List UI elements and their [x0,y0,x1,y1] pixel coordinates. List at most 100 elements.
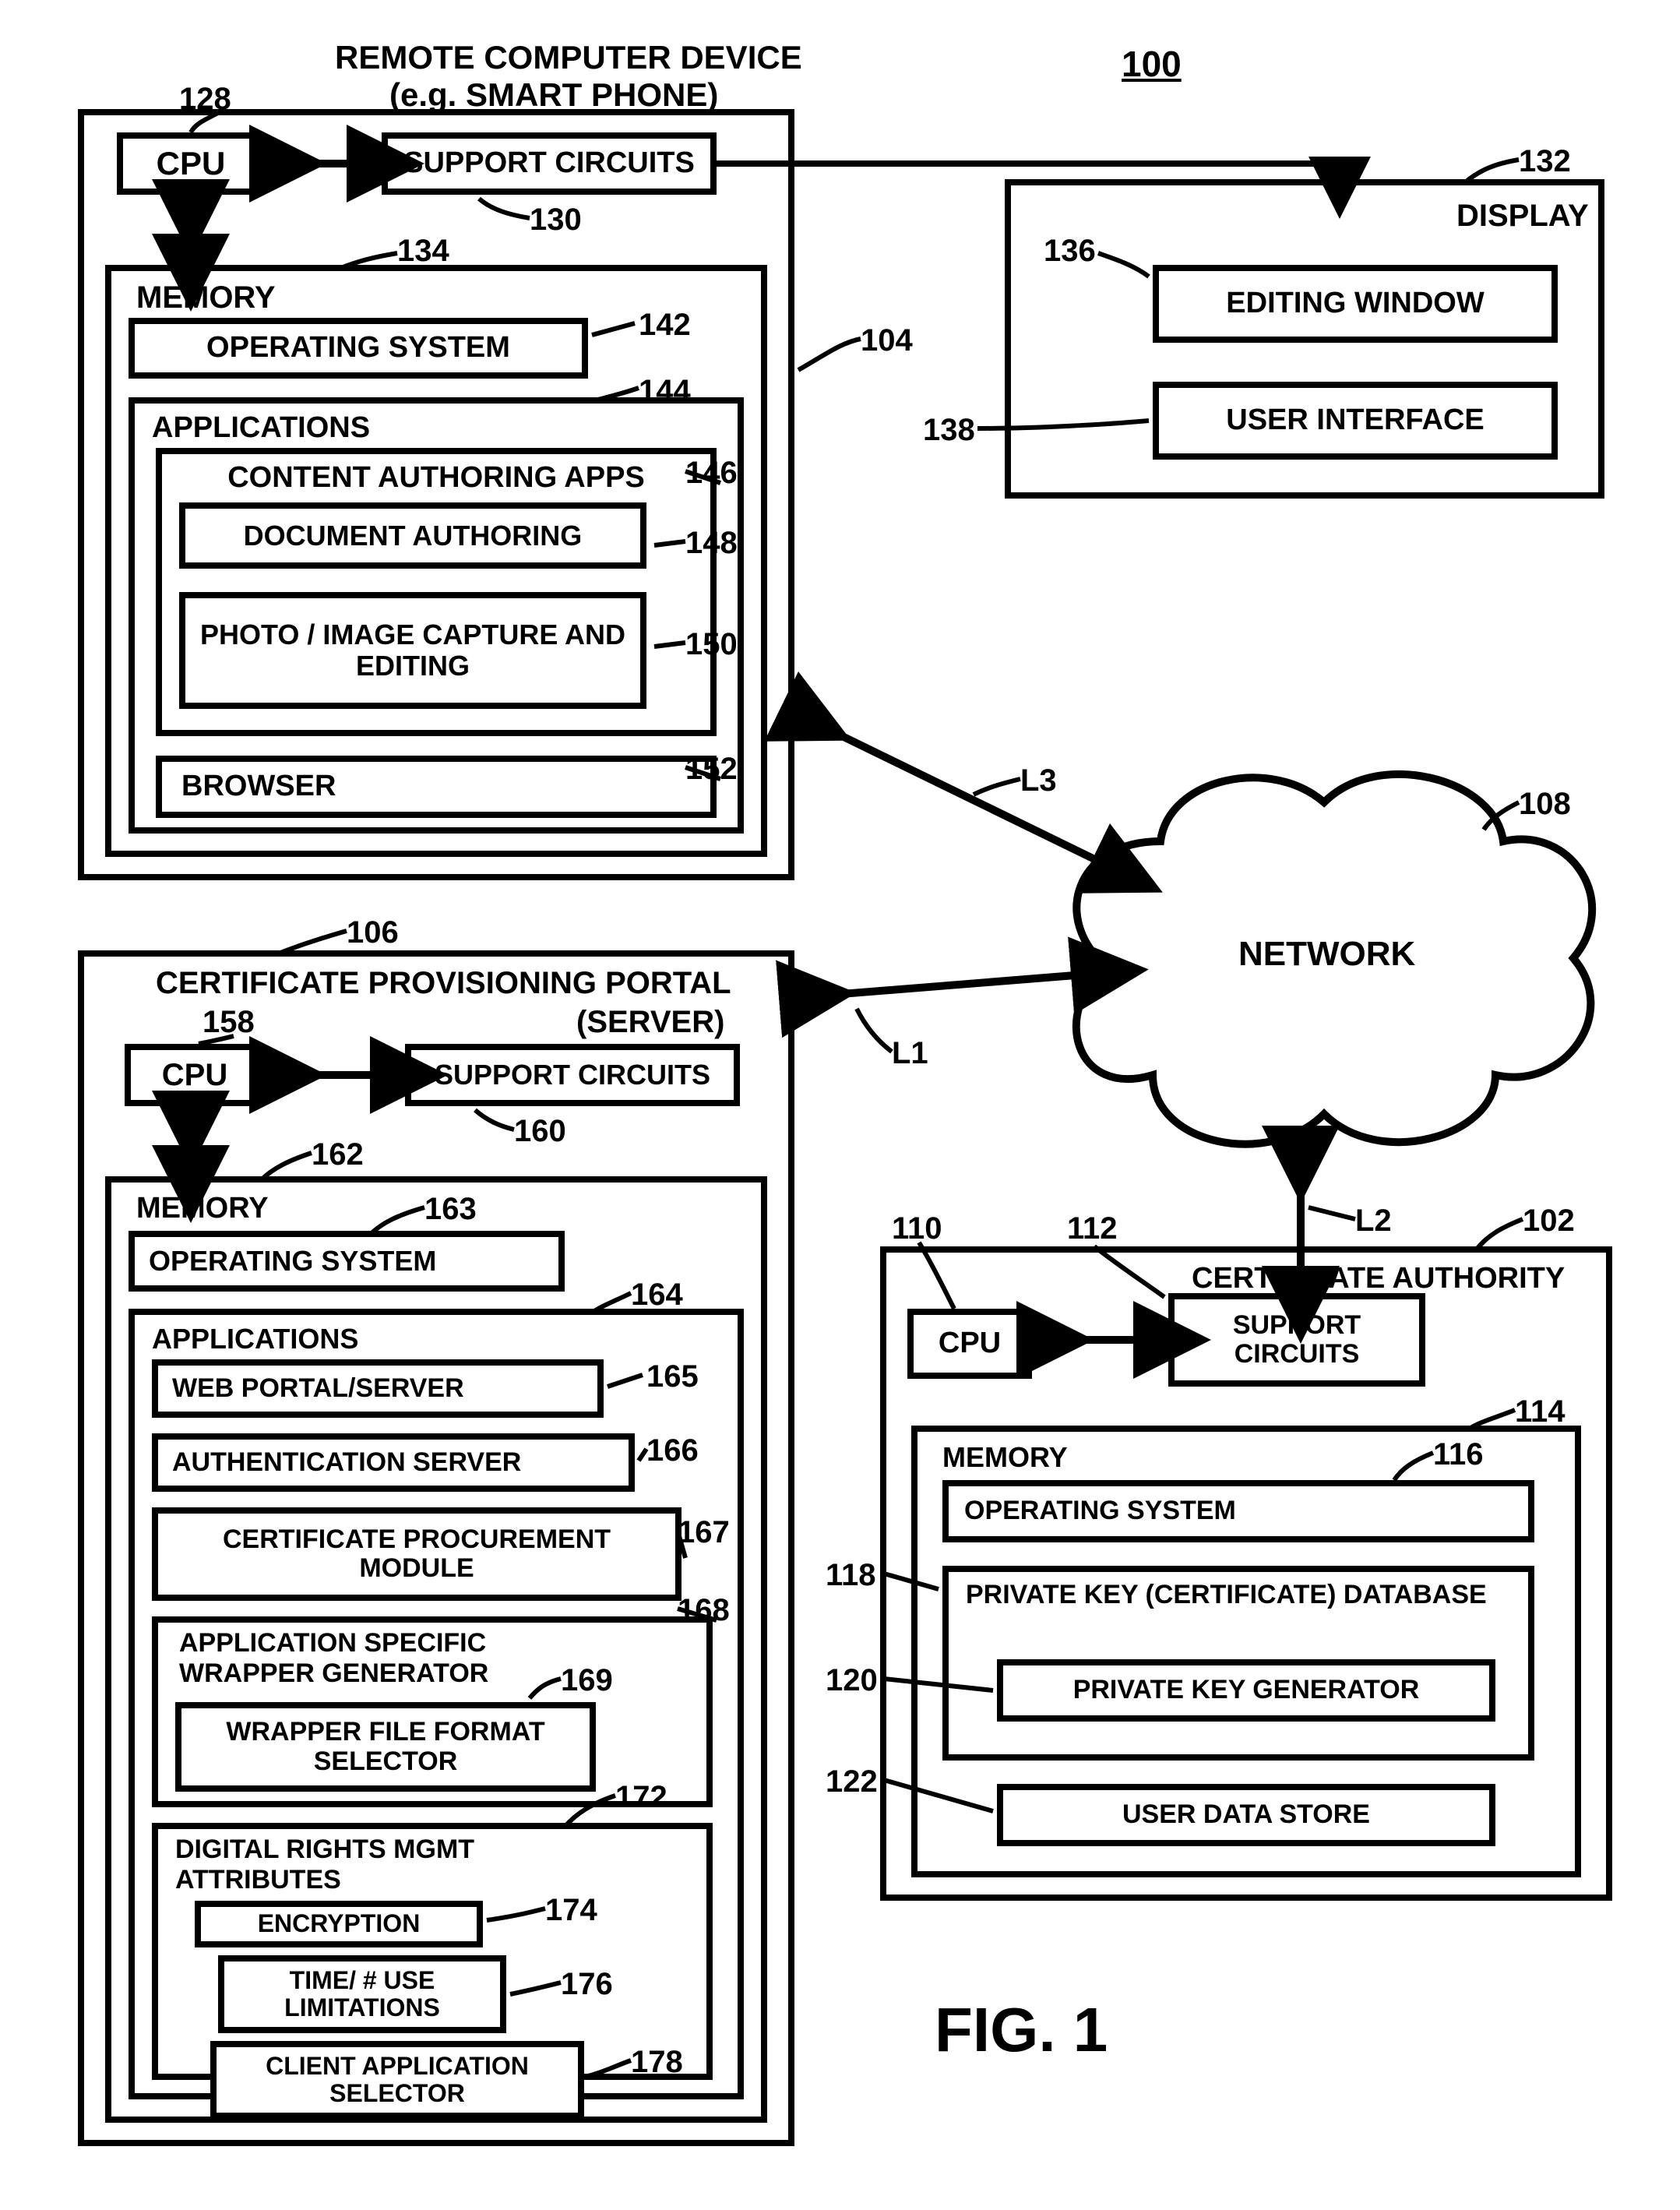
portal-title: CERTIFICATE PROVISIONING PORTAL [156,966,731,1001]
ref-134: 134 [397,234,449,269]
time-use-box: TIME/ # USE LIMITATIONS [218,1955,506,2033]
ref-136: 136 [1044,234,1096,269]
ref-100: 100 [1122,43,1182,85]
remote-memory-label: MEMORY [136,280,276,315]
ref-118: 118 [826,1558,876,1593]
ref-l1: L1 [892,1036,928,1071]
cert-proc-label: CERTIFICATE PROCUREMENT MODULE [167,1525,666,1584]
remote-support-box: SUPPORT CIRCUITS [382,132,717,195]
ref-166: 166 [646,1433,699,1468]
browser-box: BROWSER [156,756,717,818]
ref-148: 148 [685,526,738,561]
ref-122: 122 [826,1764,878,1799]
ca-title: CERTIFICATE AUTHORITY [1192,1262,1565,1295]
remote-apps-label: APPLICATIONS [152,411,370,445]
user-store-box: USER DATA STORE [997,1784,1495,1846]
browser-label: BROWSER [181,770,336,803]
auth-server-label: AUTHENTICATION SERVER [172,1448,521,1477]
web-portal-box: WEB PORTAL/SERVER [152,1359,604,1418]
pk-gen-label: PRIVATE KEY GENERATOR [1073,1676,1420,1704]
ca-cpu-label: CPU [939,1327,1001,1360]
wrapper-format-label: WRAPPER FILE FORMAT SELECTOR [191,1718,580,1776]
ref-164: 164 [631,1278,683,1313]
ref-138: 138 [923,413,975,448]
portal-support-label: SUPPORT CIRCUITS [435,1059,710,1091]
user-interface-label: USER INTERFACE [1226,404,1484,437]
display-label: DISPLAY [1456,199,1589,234]
remote-device-title: REMOTE COMPUTER DEVICE [335,39,802,76]
ref-163: 163 [424,1192,477,1227]
ref-174: 174 [545,1893,597,1928]
ref-142: 142 [639,308,691,343]
remote-os-label: OPERATING SYSTEM [206,332,510,365]
ref-114: 114 [1515,1394,1566,1429]
ref-178: 178 [631,2045,683,2080]
ref-132: 132 [1519,144,1571,179]
photo-box: PHOTO / IMAGE CAPTURE AND EDITING [179,592,646,709]
encryption-label: ENCRYPTION [258,1910,421,1937]
photo-label: PHOTO / IMAGE CAPTURE AND EDITING [195,619,631,681]
ref-165: 165 [646,1359,699,1394]
ca-cpu-box: CPU [907,1309,1032,1379]
ref-144: 144 [639,374,691,409]
remote-support-label: SUPPORT CIRCUITS [403,147,695,180]
time-use-label: TIME/ # USE LIMITATIONS [234,1967,491,2021]
ca-os-box: OPERATING SYSTEM [942,1480,1534,1542]
ref-176: 176 [561,1967,613,2002]
wrapper-format-box: WRAPPER FILE FORMAT SELECTOR [175,1702,596,1792]
ref-116: 116 [1433,1437,1484,1472]
ref-108: 108 [1519,787,1571,822]
editing-window-label: EDITING WINDOW [1226,287,1484,320]
portal-cpu-box: CPU [125,1044,265,1106]
pk-db-label: PRIVATE KEY (CERTIFICATE) DATABASE [966,1580,1511,1610]
portal-os-label: OPERATING SYSTEM [149,1246,436,1277]
ref-110: 110 [892,1211,942,1246]
portal-os-box: OPERATING SYSTEM [129,1231,565,1292]
ref-158: 158 [203,1005,255,1040]
content-authoring-label: CONTENT AUTHORING APPS [195,461,678,495]
ref-167: 167 [678,1515,730,1550]
editing-window-box: EDITING WINDOW [1153,265,1558,343]
ref-130: 130 [530,203,582,238]
drm-label: DIGITAL RIGHTS MGMT ATTRIBUTES [175,1835,518,1895]
ca-support-box: SUPPORT CIRCUITS [1168,1293,1425,1387]
ref-l3: L3 [1020,763,1057,798]
portal-subtitle: (SERVER) [576,1005,724,1040]
ca-memory-label: MEMORY [942,1441,1068,1474]
wrapper-gen-label: APPLICATION SPECIFIC WRAPPER GENERATOR [179,1628,545,1689]
portal-support-box: SUPPORT CIRCUITS [405,1044,740,1106]
network-label: NETWORK [1238,935,1415,974]
ref-160: 160 [514,1114,566,1149]
pk-gen-box: PRIVATE KEY GENERATOR [997,1659,1495,1722]
remote-cpu-box: CPU [117,132,265,195]
ref-152: 152 [685,752,738,787]
ref-102: 102 [1523,1204,1575,1239]
ref-169: 169 [561,1663,613,1698]
diagram-canvas: REMOTE COMPUTER DEVICE (e.g. SMART PHONE… [0,0,1680,2210]
client-app-label: CLIENT APPLICATION SELECTOR [226,2053,569,2107]
ref-112: 112 [1067,1211,1118,1246]
portal-memory-label: MEMORY [136,1192,269,1225]
remote-cpu-label: CPU [157,146,226,182]
ref-l2: L2 [1355,1204,1392,1239]
user-store-label: USER DATA STORE [1122,1800,1370,1829]
user-interface-box: USER INTERFACE [1153,382,1558,460]
client-app-box: CLIENT APPLICATION SELECTOR [210,2041,584,2119]
ref-162: 162 [312,1137,364,1172]
ref-106: 106 [347,915,399,950]
doc-authoring-box: DOCUMENT AUTHORING [179,502,646,569]
ref-120: 120 [826,1663,878,1698]
auth-server-box: AUTHENTICATION SERVER [152,1433,635,1492]
ref-150: 150 [685,627,738,662]
doc-authoring-label: DOCUMENT AUTHORING [244,520,583,552]
encryption-box: ENCRYPTION [195,1901,483,1947]
ref-172: 172 [615,1780,667,1815]
portal-apps-label: APPLICATIONS [152,1323,358,1355]
figure-label: FIG. 1 [935,1994,1108,2066]
ref-128: 128 [179,82,231,117]
ca-support-label: SUPPORT CIRCUITS [1182,1311,1411,1369]
web-portal-label: WEB PORTAL/SERVER [172,1374,464,1403]
remote-device-subtitle: (e.g. SMART PHONE) [389,76,718,114]
ca-os-label: OPERATING SYSTEM [964,1496,1236,1525]
ref-104: 104 [861,323,913,358]
